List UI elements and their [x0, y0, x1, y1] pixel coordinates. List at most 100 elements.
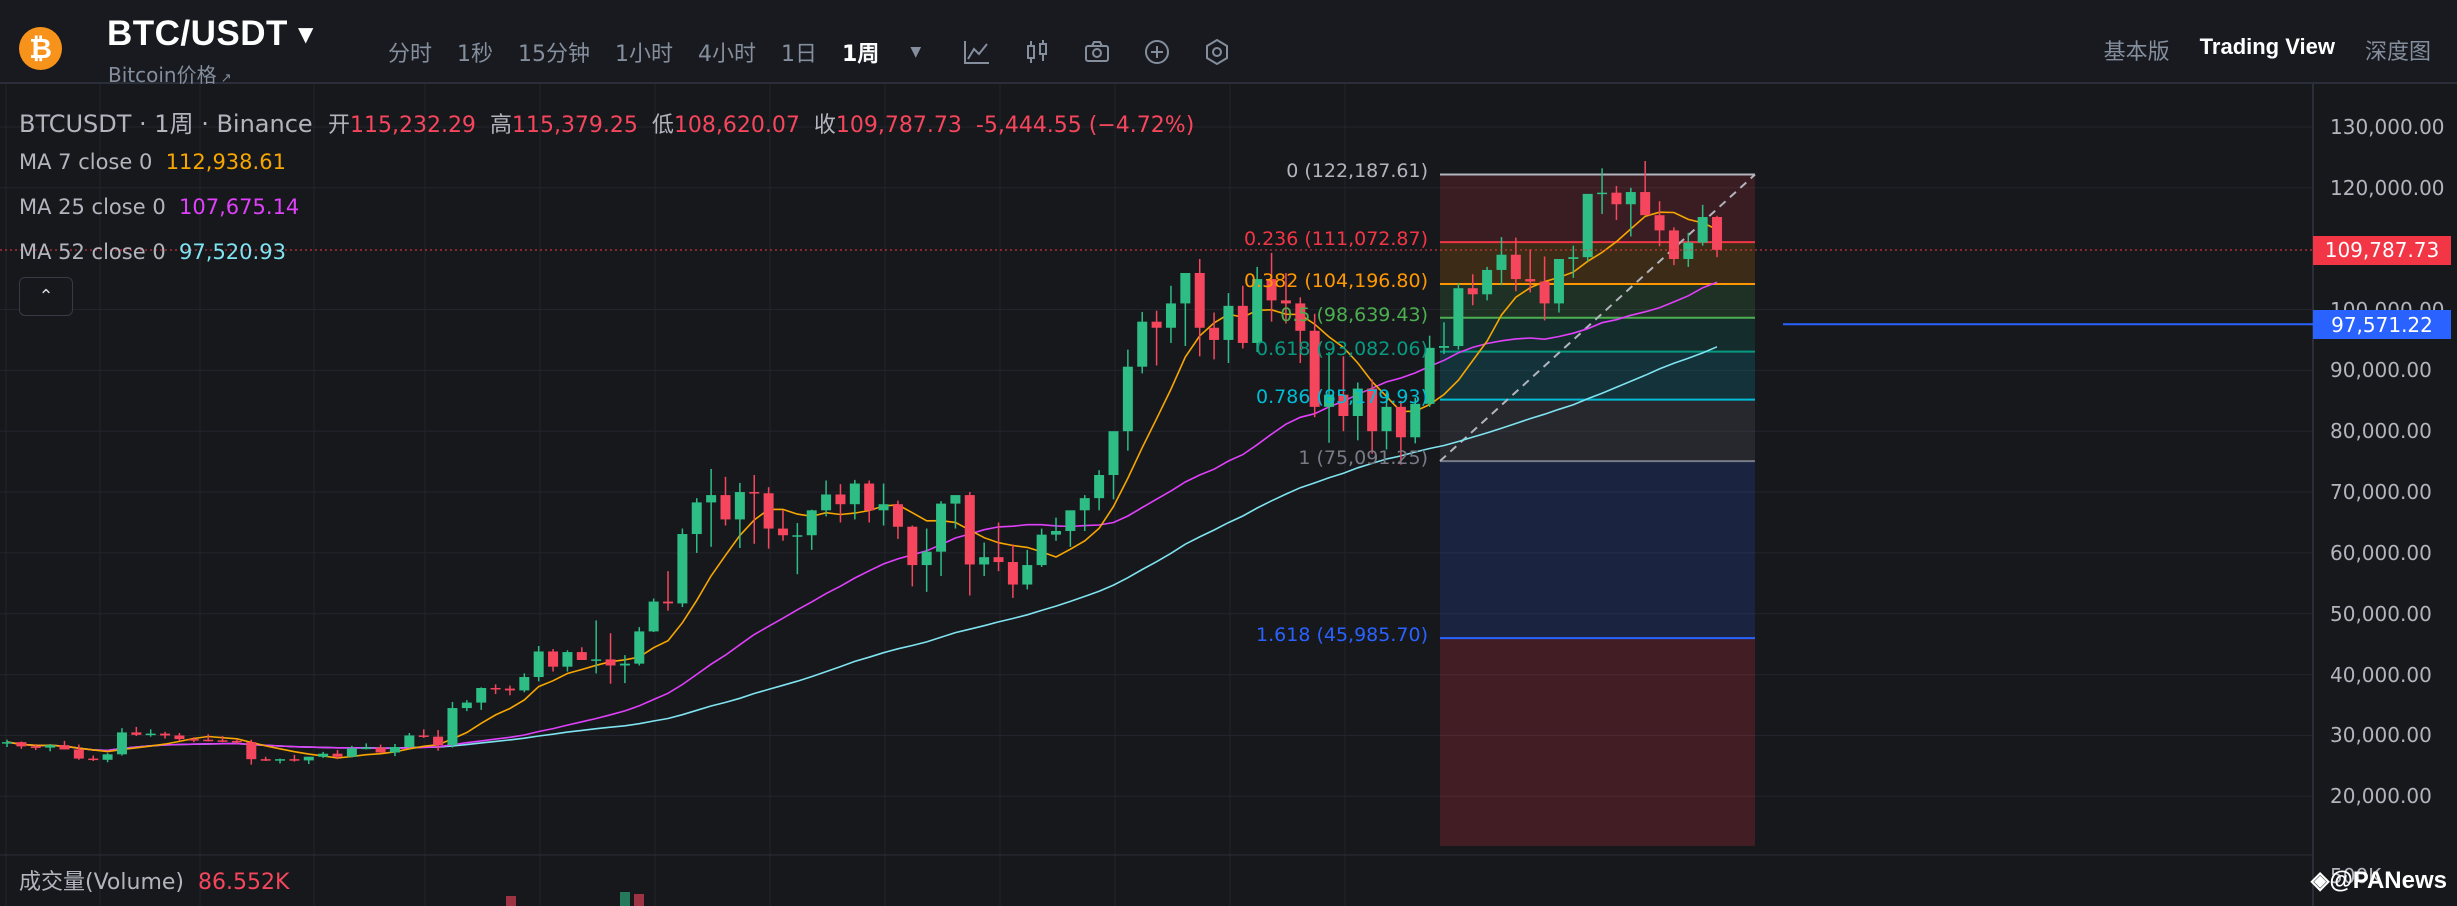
candle-body: [1395, 406, 1406, 438]
candle-body: [605, 659, 616, 666]
candle-body: [864, 483, 875, 511]
candle-body: [476, 687, 487, 703]
close-label: 收: [813, 113, 836, 138]
candle-body: [260, 759, 271, 761]
ma25-value: 107,675.14: [179, 195, 300, 219]
candle-body: [346, 748, 357, 757]
ma52-value: 97,520.93: [179, 240, 286, 264]
candle-body: [1467, 288, 1478, 295]
candle-body: [275, 759, 286, 761]
candle-type-icon[interactable]: [1019, 34, 1055, 70]
interval-tab-timeline[interactable]: 分时: [388, 36, 432, 68]
candle-body: [663, 601, 674, 604]
fib-label: 0.5 (98,639.43): [1280, 303, 1428, 326]
pair-title[interactable]: BTC/USDT: [107, 14, 288, 54]
candle-body: [447, 708, 458, 746]
price-axis-label: 80,000.00: [2330, 419, 2432, 444]
candle-body: [634, 631, 645, 664]
ma52-label: MA 52 close 0: [19, 240, 166, 264]
camera-icon[interactable]: [1079, 34, 1115, 70]
interval-tab-4h[interactable]: 4小时: [698, 36, 756, 68]
ma7-legend[interactable]: MA 7 close 0 112,938.61: [19, 150, 286, 174]
volume-bar: [634, 894, 644, 906]
volume-legend: 成交量(Volume) 86.552K: [19, 864, 289, 896]
candle-body: [174, 735, 185, 740]
candle-body: [303, 756, 314, 761]
candle-body: [619, 663, 630, 666]
close-value: 109,787.73: [835, 113, 962, 138]
interval-tab-1h[interactable]: 1小时: [615, 36, 673, 68]
bitcoin-logo-icon: ₿: [19, 27, 62, 70]
candle-body: [1568, 257, 1579, 259]
candle-body: [734, 492, 745, 520]
volume-value: 86.552K: [198, 870, 290, 895]
candle-body: [677, 534, 688, 604]
ma52-legend[interactable]: MA 52 close 0 97,520.93: [19, 240, 286, 264]
candle-body: [1165, 303, 1176, 328]
add-icon[interactable]: [1139, 34, 1175, 70]
interval-tab-1w[interactable]: 1周: [842, 36, 879, 68]
price-axis-label: 40,000.00: [2330, 662, 2432, 687]
fib-zone-1: [1440, 461, 1755, 639]
candle-body: [1237, 305, 1248, 343]
change-value: -5,444.55 (−4.72%): [975, 113, 1195, 138]
candle-body: [849, 483, 860, 505]
candle-body: [576, 652, 587, 660]
candle-body: [1108, 431, 1119, 476]
fib-zone-0.618: [1440, 351, 1755, 400]
price-chart[interactable]: [0, 84, 2457, 906]
interval-tab-1s[interactable]: 1秒: [457, 36, 493, 68]
candle-body: [1022, 565, 1033, 585]
interval-tab-1d[interactable]: 1日: [781, 36, 817, 68]
candle-body: [792, 535, 803, 537]
price-axis-label: 30,000.00: [2330, 723, 2432, 748]
candle-body: [160, 733, 171, 736]
candle-body: [950, 495, 961, 504]
interval-tab-15m[interactable]: 15分钟: [518, 36, 590, 68]
fib-label: 0.786 (85,179.93): [1256, 385, 1428, 408]
candle-body: [749, 492, 760, 494]
price-axis-label: 70,000.00: [2330, 480, 2432, 505]
indicator-icon[interactable]: [959, 34, 995, 70]
ma25-legend[interactable]: MA 25 close 0 107,675.14: [19, 195, 299, 219]
price-axis-label: 50,000.00: [2330, 601, 2432, 626]
view-tradingview[interactable]: Trading View: [2200, 34, 2335, 66]
candle-body: [131, 732, 142, 735]
volume-label: 成交量(Volume): [19, 870, 184, 895]
candle-body: [519, 677, 530, 691]
ma25-label: MA 25 close 0: [19, 195, 166, 219]
candle-body: [936, 503, 947, 552]
candle-body: [16, 742, 27, 747]
candle-body: [188, 739, 199, 741]
candle-body: [203, 739, 214, 742]
candle-body: [777, 528, 788, 536]
chart-grid: [0, 84, 2314, 906]
candle-body: [318, 753, 329, 757]
settings-icon[interactable]: [1199, 34, 1235, 70]
ma7-label: MA 7 close 0: [19, 150, 153, 174]
candle-body: [45, 745, 56, 748]
volume-bar: [506, 896, 516, 906]
candle-body: [1453, 288, 1464, 347]
high-value: 115,379.25: [511, 113, 638, 138]
pair-dropdown-icon[interactable]: ▼: [298, 22, 313, 46]
view-switch: 基本版 Trading View 深度图: [2074, 34, 2431, 66]
candle-body: [806, 510, 817, 536]
candle-body: [490, 687, 501, 690]
collapse-legend-button[interactable]: ⌃: [19, 277, 73, 316]
symbol-label[interactable]: BTCUSDT · 1周 · Binance: [19, 110, 313, 138]
view-basic[interactable]: 基本版: [2104, 34, 2170, 66]
candle-body: [102, 754, 113, 760]
ohlc-legend: BTCUSDT · 1周 · Binance 开115,232.29 高115,…: [19, 104, 1194, 139]
fib-zone-0.5: [1440, 317, 1755, 352]
candle-body: [332, 753, 343, 757]
price-axis-label: 90,000.00: [2330, 358, 2432, 383]
candle-body: [1597, 192, 1608, 195]
interval-dropdown-icon[interactable]: ▼: [910, 44, 921, 60]
candle-body: [533, 651, 544, 678]
candle-body: [1410, 403, 1421, 438]
view-depth[interactable]: 深度图: [2365, 34, 2431, 66]
fib-zone-0.786: [1440, 399, 1755, 462]
candle-body: [404, 735, 415, 748]
fib-zone-extension: [1440, 638, 1755, 846]
